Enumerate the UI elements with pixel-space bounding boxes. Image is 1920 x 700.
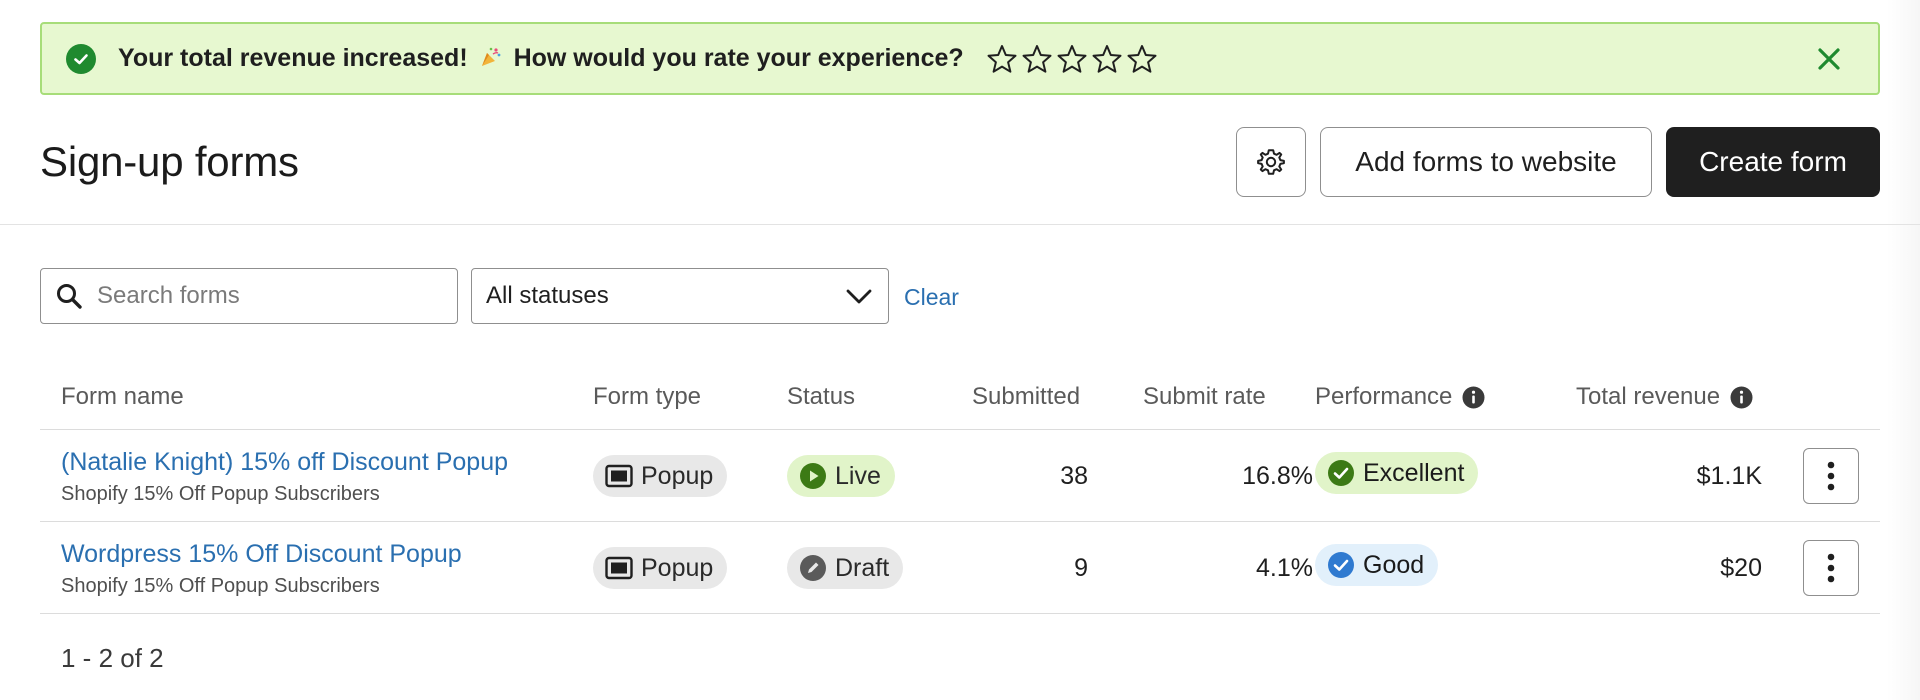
column-header-total-revenue-label: Total revenue — [1576, 383, 1721, 410]
header-divider — [0, 224, 1920, 225]
check-badge-icon — [1328, 552, 1354, 578]
column-header-performance-label: Performance — [1315, 383, 1453, 410]
row-actions-button[interactable] — [1803, 448, 1859, 504]
check-circle-icon — [66, 43, 96, 74]
column-header-submit-rate-label: Submit rate — [1143, 383, 1266, 410]
play-icon — [800, 463, 826, 489]
status-label: Live — [835, 461, 881, 490]
banner-message-revenue: Your total revenue increased! — [118, 44, 468, 72]
clear-filters-link[interactable]: Clear — [904, 284, 959, 311]
table-row: (Natalie Knight) 15% off Discount Popup … — [40, 430, 1880, 522]
performance-badge: Excellent — [1315, 452, 1479, 494]
status-badge: Live — [787, 455, 895, 497]
performance-cell: Excellent — [1315, 452, 1479, 494]
form-type-badge: Popup — [593, 547, 728, 589]
star-5-icon[interactable] — [1126, 43, 1158, 75]
row-actions-cell — [1803, 448, 1859, 504]
column-header-status[interactable]: Status — [787, 383, 855, 411]
column-header-status-label: Status — [787, 383, 856, 410]
status-cell: Draft — [787, 547, 904, 589]
row-actions-button[interactable] — [1803, 540, 1859, 596]
form-type-cell: Popup — [593, 455, 728, 497]
close-icon[interactable] — [1816, 46, 1842, 72]
status-filter-value: All statuses — [486, 282, 609, 309]
performance-label: Good — [1363, 550, 1425, 579]
total-revenue: $20 — [1720, 554, 1762, 582]
status-badge: Draft — [787, 547, 904, 589]
banner-message: Your total revenue increased! How would … — [118, 44, 964, 73]
form-name-cell: Wordpress 15% Off Discount Popup Shopify… — [61, 540, 462, 598]
gear-icon — [1257, 149, 1285, 175]
rating-stars — [986, 43, 1158, 75]
column-header-performance[interactable]: Performance — [1315, 383, 1485, 411]
create-form-button[interactable]: Create form — [1666, 127, 1880, 197]
column-header-form-name-label: Form name — [61, 383, 184, 410]
chevron-down-icon — [846, 289, 872, 304]
submit-rate: 16.8% — [1242, 462, 1313, 490]
popup-icon — [605, 556, 633, 580]
popup-icon — [605, 464, 633, 488]
form-type-cell: Popup — [593, 547, 728, 589]
form-type-badge: Popup — [593, 455, 728, 497]
submitted-count: 9 — [1074, 554, 1088, 582]
table-row: Wordpress 15% Off Discount Popup Shopify… — [40, 522, 1880, 614]
kebab-menu-icon — [1827, 461, 1835, 491]
info-icon[interactable] — [1462, 386, 1485, 409]
column-header-total-revenue[interactable]: Total revenue — [1576, 383, 1753, 411]
search-input[interactable] — [97, 282, 437, 310]
party-popper-icon — [481, 47, 501, 66]
pagination-summary: 1 - 2 of 2 — [61, 643, 164, 673]
form-name-cell: (Natalie Knight) 15% off Discount Popup … — [61, 448, 508, 506]
star-4-icon[interactable] — [1091, 43, 1123, 75]
form-name-link[interactable]: Wordpress 15% Off Discount Popup — [61, 540, 462, 569]
banner-message-question: How would you rate your experience? — [513, 44, 964, 72]
column-header-form-type[interactable]: Form type — [593, 383, 701, 411]
performance-label: Excellent — [1363, 458, 1465, 487]
star-2-icon[interactable] — [1021, 43, 1053, 75]
kebab-menu-icon — [1827, 553, 1835, 583]
submitted-count: 38 — [1060, 462, 1088, 490]
search-box[interactable] — [40, 268, 458, 324]
settings-button[interactable] — [1236, 127, 1306, 197]
status-label: Draft — [835, 553, 890, 582]
info-icon[interactable] — [1730, 386, 1753, 409]
star-3-icon[interactable] — [1056, 43, 1088, 75]
status-cell: Live — [787, 455, 895, 497]
performance-badge: Good — [1315, 544, 1439, 586]
column-header-form-type-label: Form type — [593, 383, 702, 410]
column-header-submit-rate[interactable]: Submit rate — [1143, 383, 1266, 411]
form-list-name: Shopify 15% Off Popup Subscribers — [61, 575, 380, 597]
form-name-link[interactable]: (Natalie Knight) 15% off Discount Popup — [61, 448, 508, 477]
page-edge-shadow — [1886, 0, 1920, 700]
status-filter-select[interactable]: All statuses — [471, 268, 889, 324]
page-title: Sign-up forms — [40, 138, 299, 185]
star-1-icon[interactable] — [986, 43, 1018, 75]
table-bottom-divider — [40, 613, 1880, 614]
column-header-form-name[interactable]: Form name — [61, 383, 184, 411]
form-type-label: Popup — [641, 461, 714, 490]
pencil-icon — [800, 555, 826, 581]
column-header-submitted-label: Submitted — [972, 383, 1081, 410]
rating-banner: Your total revenue increased! How would … — [40, 22, 1880, 95]
total-revenue: $1.1K — [1696, 462, 1762, 490]
search-icon — [57, 284, 82, 309]
column-header-submitted[interactable]: Submitted — [972, 383, 1080, 411]
performance-cell: Good — [1315, 544, 1439, 586]
check-badge-icon — [1328, 460, 1354, 486]
submit-rate: 4.1% — [1256, 554, 1313, 582]
form-list-name: Shopify 15% Off Popup Subscribers — [61, 483, 380, 505]
add-forms-to-website-button[interactable]: Add forms to website — [1320, 127, 1652, 197]
row-actions-cell — [1803, 540, 1859, 596]
form-type-label: Popup — [641, 553, 714, 582]
